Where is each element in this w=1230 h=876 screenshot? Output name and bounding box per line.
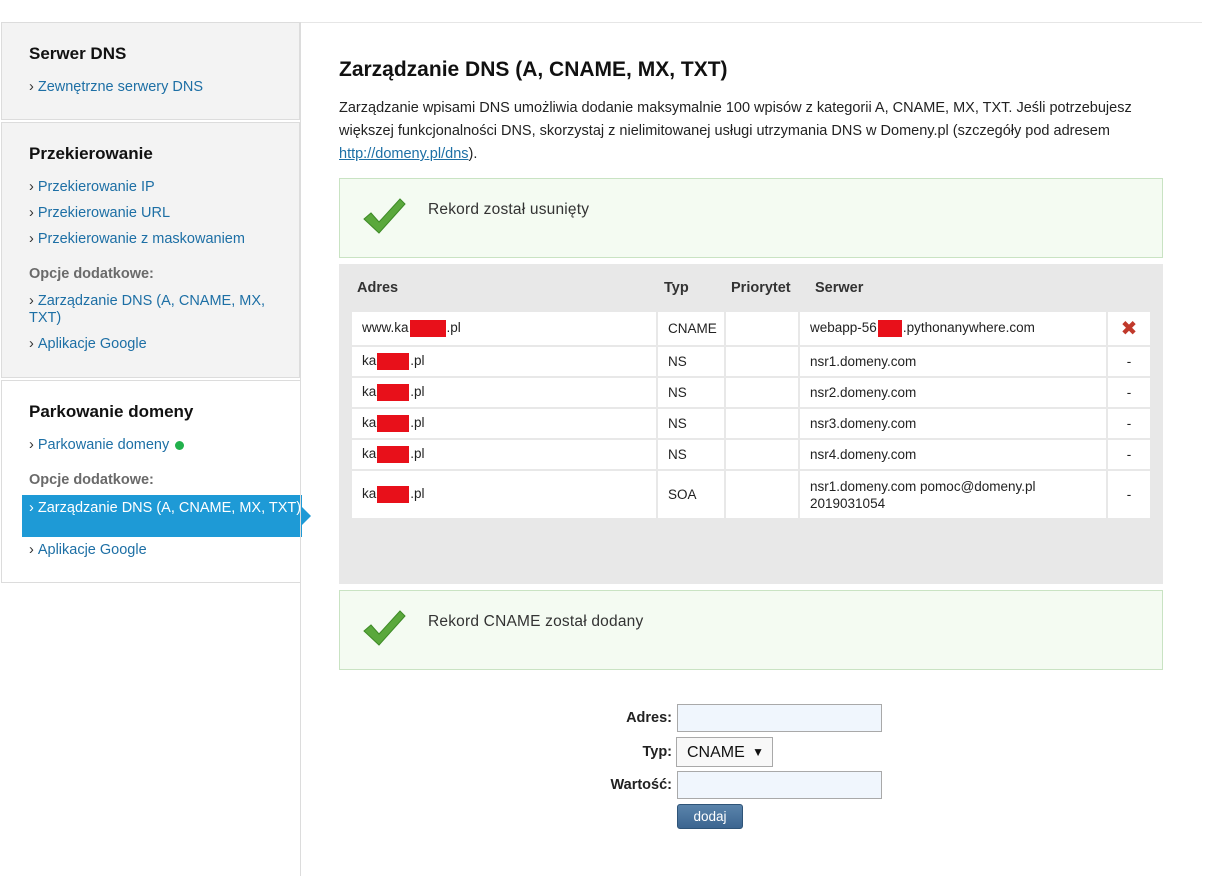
redaction-mark xyxy=(377,446,410,463)
table-row: ka .pl NS nsr4.domeny.com - xyxy=(352,440,1150,471)
chevron-right-icon: › xyxy=(29,231,34,247)
redaction-mark xyxy=(377,384,410,401)
cell-action: - xyxy=(1108,409,1150,440)
chevron-right-icon: › xyxy=(29,542,34,558)
sidebar-item-google-apps[interactable]: › Aplikacje Google xyxy=(29,542,284,559)
type-label: Typ: xyxy=(642,744,672,760)
redaction-mark xyxy=(377,353,410,370)
cell-priority xyxy=(726,312,800,347)
cell-type: NS xyxy=(658,440,726,471)
sidebar-section-title: Parkowanie domeny xyxy=(29,402,194,421)
cell-priority xyxy=(726,347,800,378)
dns-records-table: Adres Typ Priorytet Serwer www.ka .pl CNA… xyxy=(339,264,1163,584)
sidebar-item-dns-management[interactable]: › Zarządzanie DNS (A, CNAME, MX, TXT) xyxy=(29,293,284,327)
dns-info-link[interactable]: http://domeny.pl/dns xyxy=(339,146,469,162)
sidebar-section-title: Przekierowanie xyxy=(29,144,153,163)
caret-down-icon: ▼ xyxy=(752,745,764,759)
cell-server: webapp-56 .pythonanywhere.com xyxy=(800,312,1108,347)
value-input[interactable] xyxy=(677,771,882,799)
alert-message: Rekord został usunięty xyxy=(428,201,590,218)
redaction-mark xyxy=(877,320,902,337)
cell-priority xyxy=(726,471,800,520)
chevron-right-icon: › xyxy=(29,179,34,195)
redaction-mark xyxy=(409,320,446,337)
active-pointer-icon xyxy=(302,507,311,525)
status-active-icon xyxy=(175,440,185,450)
sidebar-item-ip-redirect[interactable]: › Przekierowanie IP xyxy=(29,179,284,196)
chevron-right-icon: › xyxy=(29,205,34,221)
sidebar-item-domain-parking[interactable]: › Parkowanie domeny xyxy=(29,437,284,454)
chevron-right-icon: › xyxy=(29,293,34,309)
alert-record-added: Rekord CNAME został dodany xyxy=(339,590,1163,670)
cell-server: nsr1.domeny.com pomoc@domeny.pl 201903105… xyxy=(800,471,1108,520)
column-header-priority: Priorytet xyxy=(731,280,791,296)
cell-address: ka .pl xyxy=(352,347,658,378)
intro-text: Zarządzanie wpisami DNS umożliwia dodani… xyxy=(339,100,1132,162)
top-divider xyxy=(300,22,1202,23)
cell-address: www.ka .pl xyxy=(352,312,658,347)
table-row: www.ka .pl CNAME webapp-56 .pythonanywhere… xyxy=(352,312,1150,347)
sidebar-item-dns-management-active[interactable]: › Zarządzanie DNS (A, CNAME, MX, TXT) xyxy=(22,495,311,537)
cell-server: nsr3.domeny.com xyxy=(800,409,1108,440)
sidebar-section-dns: Serwer DNS › Zewnętrzne serwery DNS xyxy=(1,22,300,120)
page-title: Zarządzanie DNS (A, CNAME, MX, TXT) xyxy=(339,58,728,81)
cell-action: - xyxy=(1108,440,1150,471)
sidebar-section-title: Serwer DNS xyxy=(29,44,127,63)
cell-address: ka .pl xyxy=(352,471,658,520)
alert-message: Rekord CNAME został dodany xyxy=(428,613,644,630)
cell-server: nsr2.domeny.com xyxy=(800,378,1108,409)
sidebar: Serwer DNS › Zewnętrzne serwery DNS Przek… xyxy=(0,22,311,876)
sidebar-item-google-apps[interactable]: › Aplikacje Google xyxy=(29,336,284,353)
cell-priority xyxy=(726,440,800,471)
cell-type: SOA xyxy=(658,471,726,520)
cell-address: ka .pl xyxy=(352,378,658,409)
sidebar-extras-label: Opcje dodatkowe: xyxy=(29,266,154,282)
alert-record-removed: Rekord został usunięty xyxy=(339,178,1163,258)
sidebar-extras-label: Opcje dodatkowe: xyxy=(29,472,154,488)
cell-priority xyxy=(726,378,800,409)
type-select[interactable]: CNAME ▼ xyxy=(676,737,773,767)
column-header-server: Serwer xyxy=(815,280,864,296)
sidebar-section-parking: Parkowanie domeny › Parkowanie domeny Opc… xyxy=(1,380,311,583)
table-row: ka .pl SOA nsr1.domeny.com pomoc@domeny.p… xyxy=(352,471,1150,520)
table-row: ka .pl NS nsr1.domeny.com - xyxy=(352,347,1150,378)
delete-icon[interactable]: ✖ xyxy=(1121,318,1138,340)
chevron-right-icon: › xyxy=(29,79,34,95)
cell-type: NS xyxy=(658,409,726,440)
cell-action: ✖ xyxy=(1108,312,1150,347)
cell-action: - xyxy=(1108,471,1150,520)
cell-server: nsr4.domeny.com xyxy=(800,440,1108,471)
redaction-mark xyxy=(377,486,410,503)
checkmark-icon xyxy=(363,610,406,646)
cell-type: NS xyxy=(658,347,726,378)
chevron-right-icon: › xyxy=(29,336,34,352)
column-header-type: Typ xyxy=(664,280,689,296)
cell-address: ka .pl xyxy=(352,409,658,440)
table-row: ka .pl NS nsr2.domeny.com - xyxy=(352,378,1150,409)
cell-action: - xyxy=(1108,347,1150,378)
sidebar-divider xyxy=(300,22,301,876)
sidebar-section-redirect: Przekierowanie › Przekierowanie IP › Przek… xyxy=(1,122,300,378)
cell-type: NS xyxy=(658,378,726,409)
cell-action: - xyxy=(1108,378,1150,409)
add-button[interactable]: dodaj xyxy=(677,804,743,829)
value-label: Wartość: xyxy=(610,777,673,793)
redaction-mark xyxy=(377,415,410,432)
dns-records-body: www.ka .pl CNAME webapp-56 .pythonanywhere… xyxy=(352,312,1150,520)
cell-address: ka .pl xyxy=(352,440,658,471)
column-header-address: Adres xyxy=(357,280,399,296)
cell-server: nsr1.domeny.com xyxy=(800,347,1108,378)
sidebar-item-external-dns[interactable]: › Zewnętrzne serwery DNS xyxy=(29,79,284,96)
sidebar-item-masked-redirect[interactable]: › Przekierowanie z maskowaniem xyxy=(29,231,284,248)
sidebar-item-url-redirect[interactable]: › Przekierowanie URL xyxy=(29,205,284,222)
table-row: ka .pl NS nsr3.domeny.com - xyxy=(352,409,1150,440)
address-label: Adres: xyxy=(626,710,672,726)
cell-type: CNAME xyxy=(658,312,726,347)
chevron-right-icon: › xyxy=(29,437,34,453)
address-input[interactable] xyxy=(677,704,882,732)
cell-priority xyxy=(726,409,800,440)
chevron-right-icon: › xyxy=(29,500,34,516)
checkmark-icon xyxy=(363,198,406,234)
